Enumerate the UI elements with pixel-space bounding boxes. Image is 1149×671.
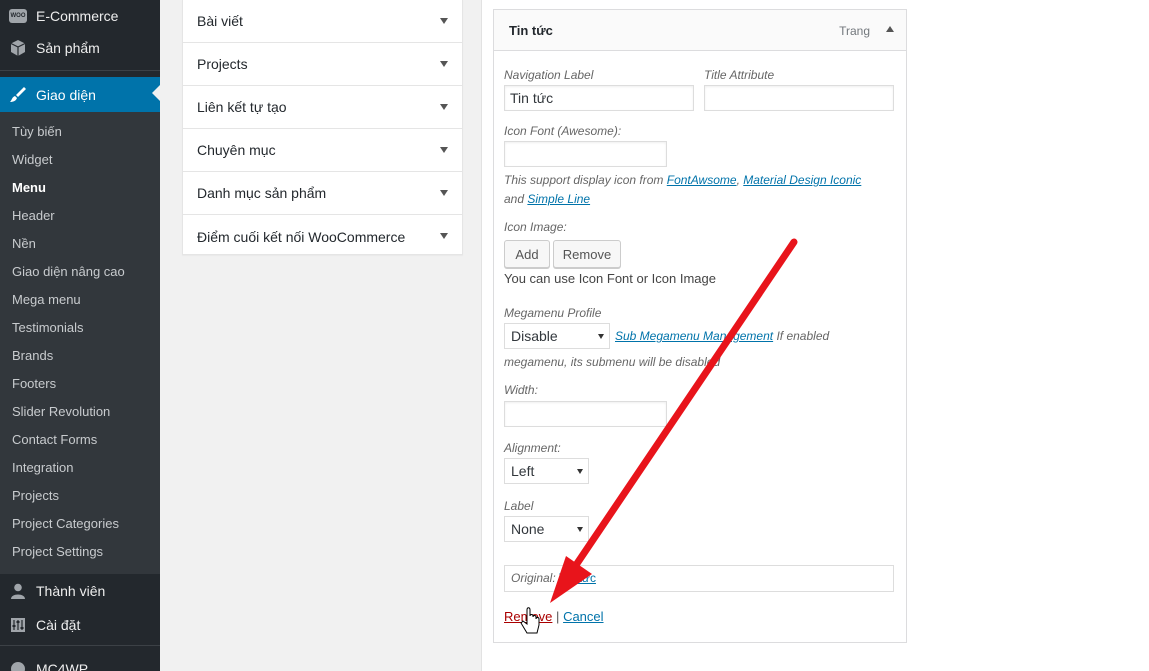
remove-menu-item-link[interactable]: Remove (504, 609, 552, 624)
chevron-down-icon (440, 190, 448, 196)
submenu-mega-menu[interactable]: Mega menu (12, 290, 81, 310)
actions-separator: | (556, 609, 560, 624)
alignment-label: Alignment: (504, 441, 561, 455)
alignment-select[interactable]: Left (504, 458, 589, 484)
submenu-integration[interactable]: Integration (12, 458, 73, 478)
submenu-advanced[interactable]: Giao diện nâng cao (12, 262, 125, 282)
navigation-label-label: Navigation Label (504, 68, 594, 82)
accordion-title: Liên kết tự tạo (197, 99, 287, 115)
submenu-project-categories[interactable]: Project Categories (12, 514, 119, 534)
sub-megamenu-management-link[interactable]: Sub Megamenu Management (615, 329, 773, 343)
submenu-contact-forms[interactable]: Contact Forms (12, 430, 97, 450)
settings-icon (8, 615, 28, 635)
chevron-down-icon (440, 61, 448, 67)
appearance-submenu: Tùy biến Widget Menu Header Nền Giao diệ… (0, 112, 160, 574)
accordion-woocommerce-endpoints[interactable]: Điểm cuối kết nối WooCommerce (183, 215, 462, 258)
original-link-box: Original: Tin tức (504, 565, 894, 592)
sidebar-item-users[interactable]: Thành viên (0, 575, 160, 607)
submenu-menus[interactable]: Menu (12, 178, 46, 198)
accordion-product-categories[interactable]: Danh mục sản phẩm (183, 172, 462, 215)
megamenu-description: Sub Megamenu Management If enabled (615, 329, 830, 343)
sidebar-separator (0, 645, 160, 646)
accordion-title: Chuyên mục (197, 142, 276, 158)
accordion-posts[interactable]: Bài viết (183, 0, 462, 43)
icon-font-input[interactable] (504, 141, 667, 167)
icon-font-description: This support display icon from FontAwsom… (504, 173, 862, 206)
caret-down-icon (577, 527, 583, 532)
submenu-testimonials[interactable]: Testimonials (12, 318, 84, 338)
label-select[interactable]: None (504, 516, 589, 542)
sidebar-item-label: Cài đặt (36, 617, 81, 633)
menu-item-title: Tin tức (509, 23, 553, 38)
sidebar-item-label: MC4WP (36, 661, 89, 671)
megamenu-profile-select[interactable]: Disable (504, 323, 610, 349)
material-design-link[interactable]: Material Design Iconic (743, 173, 861, 187)
submenu-slider-revolution[interactable]: Slider Revolution (12, 402, 110, 422)
original-link[interactable]: Tin tức (559, 571, 596, 585)
icon-image-label: Icon Image: (504, 220, 567, 234)
icon-font-label: Icon Font (Awesome): (504, 124, 622, 138)
user-icon (8, 581, 28, 601)
accordion-title: Bài viết (197, 13, 243, 29)
menu-item-type: Trang (839, 24, 870, 38)
accordion-title: Điểm cuối kết nối WooCommerce (197, 228, 406, 245)
accordion-custom-links[interactable]: Liên kết tự tạo (183, 86, 462, 129)
remove-icon-image-button[interactable]: Remove (553, 240, 621, 268)
mc4wp-icon (8, 659, 28, 671)
simple-line-link[interactable]: Simple Line (527, 192, 590, 206)
width-input[interactable] (504, 401, 667, 427)
accordion-categories[interactable]: Chuyên mục (183, 129, 462, 172)
accordion-title: Projects (197, 56, 248, 72)
chevron-down-icon (440, 147, 448, 153)
woo-icon: WOO (8, 6, 28, 26)
chevron-down-icon (440, 18, 448, 24)
label-field-label: Label (504, 499, 534, 513)
chevron-down-icon (440, 233, 448, 239)
sidebar-item-label: E-Commerce (36, 8, 119, 24)
sidebar-item-products[interactable]: Sản phẩm (0, 32, 160, 64)
submenu-project-settings[interactable]: Project Settings (12, 542, 103, 562)
add-menu-items-accordion: Bài viết Projects Liên kết tự tạo Chuyên… (182, 0, 463, 255)
submenu-header[interactable]: Header (12, 206, 55, 226)
submenu-projects[interactable]: Projects (12, 486, 59, 506)
chevron-up-icon[interactable] (886, 26, 894, 32)
caret-down-icon (577, 469, 583, 474)
cancel-link[interactable]: Cancel (563, 609, 603, 624)
accordion-projects[interactable]: Projects (183, 43, 462, 86)
title-attribute-input[interactable] (704, 85, 894, 111)
caret-down-icon (598, 334, 604, 339)
width-label: Width: (504, 383, 538, 397)
paintbrush-icon (8, 85, 28, 105)
menu-item-handle[interactable]: Tin tức Trang (494, 10, 906, 51)
sidebar-item-label: Thành viên (36, 583, 106, 599)
sidebar-item-settings[interactable]: Cài đặt (0, 609, 160, 641)
submenu-customize[interactable]: Tùy biến (12, 122, 62, 142)
sidebar-item-ecommerce[interactable]: WOO E-Commerce (0, 0, 160, 32)
cube-icon (8, 38, 28, 58)
megamenu-description-cont: megamenu, its submenu will be disabled (504, 355, 721, 369)
sidebar-separator (0, 70, 160, 71)
navigation-label-input[interactable]: Tin tức (504, 85, 694, 111)
accordion-title: Danh mục sản phẩm (197, 185, 327, 201)
sidebar-item-label: Sản phẩm (36, 40, 100, 56)
sidebar-item-mc4wp[interactable]: MC4WP (0, 653, 160, 671)
active-indicator (152, 85, 160, 101)
submenu-footers[interactable]: Footers (12, 374, 56, 394)
icon-image-note: You can use Icon Font or Icon Image (504, 271, 716, 286)
submenu-brands[interactable]: Brands (12, 346, 53, 366)
submenu-background[interactable]: Nền (12, 234, 36, 254)
chevron-down-icon (440, 104, 448, 110)
submenu-widgets[interactable]: Widget (12, 150, 52, 170)
admin-sidebar: WOO E-Commerce Sản phẩm Giao diện Tùy bi… (0, 0, 160, 671)
title-attribute-label: Title Attribute (704, 68, 775, 82)
fontawesome-link[interactable]: FontAwsome (667, 173, 737, 187)
menu-item-actions: Remove | Cancel (504, 609, 604, 624)
sidebar-item-appearance[interactable]: Giao diện (0, 77, 160, 112)
sidebar-item-label: Giao diện (36, 86, 96, 103)
add-icon-image-button[interactable]: Add (504, 240, 550, 268)
megamenu-profile-label: Megamenu Profile (504, 306, 602, 320)
